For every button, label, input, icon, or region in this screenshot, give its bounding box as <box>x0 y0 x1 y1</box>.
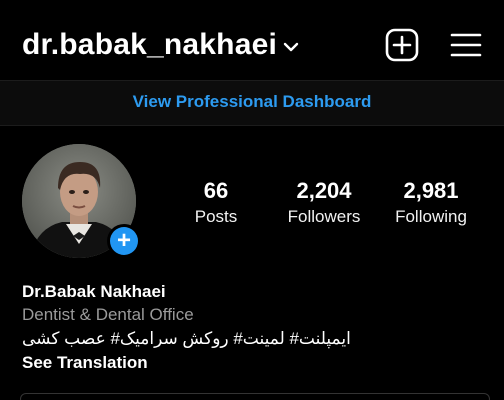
followers-label: Followers <box>287 207 361 226</box>
add-story-button[interactable]: + <box>107 224 141 258</box>
posts-count: 66 <box>203 178 229 203</box>
stat-following[interactable]: 2,981 Following <box>386 178 476 228</box>
followers-count: 2,204 <box>296 178 352 203</box>
profile-header: dr.babak_nakhaei <box>0 0 504 86</box>
following-label: Following <box>395 207 467 226</box>
profile-bio: Dr.Babak Nakhaei Dentist & Dental Office… <box>22 281 492 375</box>
hamburger-menu-icon[interactable] <box>450 31 482 59</box>
bio-text: ایمپلنت# لمینت# روکش سرامیک# عصب کشی <box>22 329 351 348</box>
dashboard-divider <box>0 125 504 126</box>
profile-category: Dentist & Dental Office <box>22 305 194 324</box>
account-switcher[interactable]: dr.babak_nakhaei <box>22 26 301 64</box>
posts-label: Posts <box>194 207 238 226</box>
professional-dashboard-link[interactable]: View Professional Dashboard <box>133 92 372 112</box>
chevron-down-icon[interactable] <box>281 37 301 57</box>
stat-posts[interactable]: 66 Posts <box>186 178 246 228</box>
display-name: Dr.Babak Nakhaei <box>22 282 166 301</box>
following-count: 2,981 <box>403 178 459 203</box>
see-translation-button[interactable]: See Translation <box>22 351 492 375</box>
edit-profile-button-edge[interactable] <box>20 393 490 400</box>
plus-square-icon[interactable] <box>385 28 419 62</box>
username[interactable]: dr.babak_nakhaei <box>22 26 277 64</box>
stat-followers[interactable]: 2,204 Followers <box>278 178 370 228</box>
plus-icon: + <box>110 227 138 255</box>
professional-dashboard-bar[interactable]: View Professional Dashboard <box>0 81 504 125</box>
